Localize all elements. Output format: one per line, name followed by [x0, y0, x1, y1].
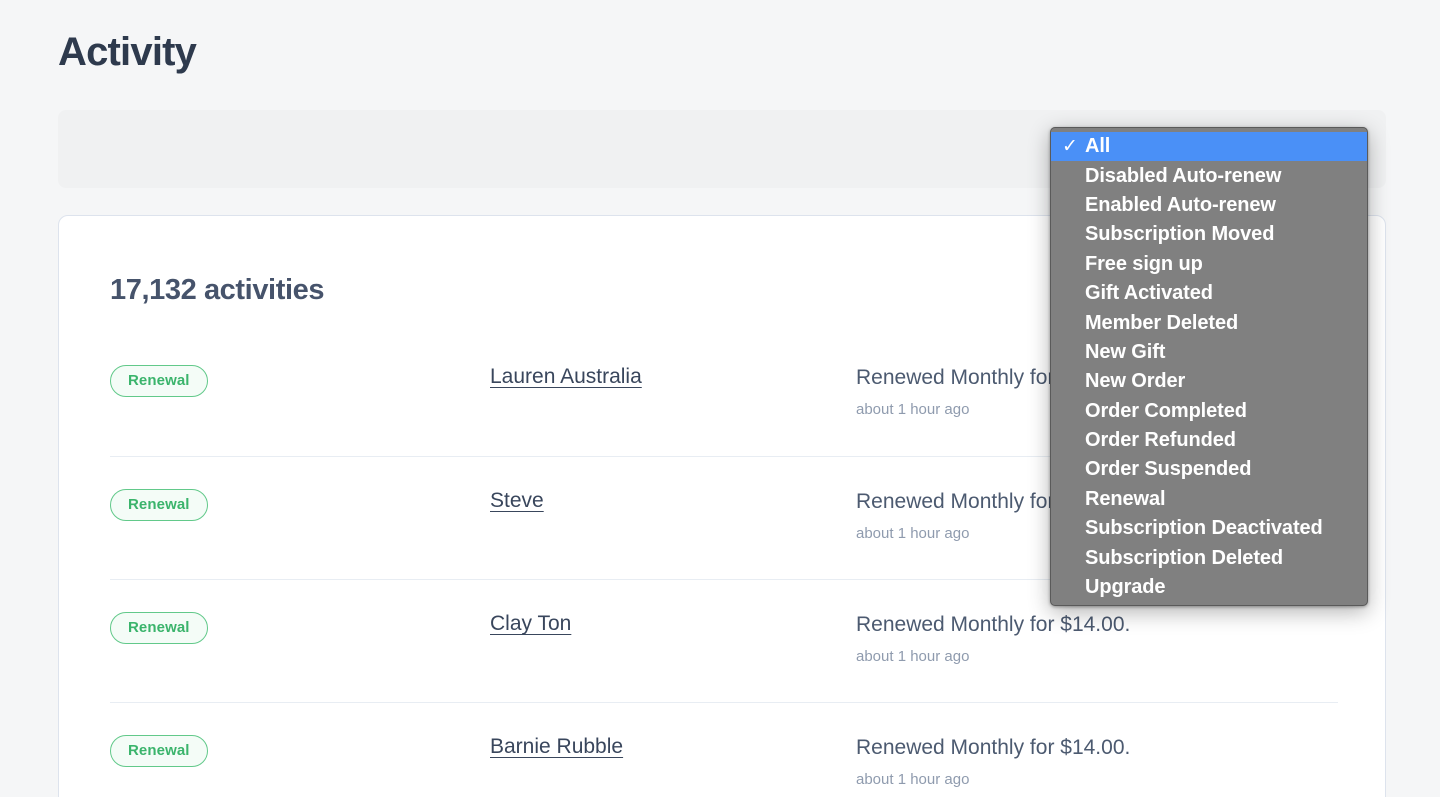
member-cell: Steve: [490, 473, 856, 513]
status-badge: Renewal: [110, 735, 208, 767]
dropdown-item-label: Subscription Deleted: [1085, 546, 1284, 569]
member-cell: Barnie Rubble: [490, 719, 856, 759]
member-cell: Lauren Australia: [490, 349, 856, 389]
member-link[interactable]: Lauren Australia: [490, 365, 642, 388]
dropdown-item-label: Order Suspended: [1085, 458, 1252, 481]
member-link[interactable]: Barnie Rubble: [490, 735, 623, 758]
dropdown-item-label: Free sign up: [1085, 252, 1203, 275]
dropdown-item-new-gift[interactable]: New Gift: [1051, 338, 1367, 367]
activity-timestamp: about 1 hour ago: [856, 648, 970, 666]
dropdown-item-all[interactable]: ✓ All: [1051, 132, 1367, 162]
dropdown-item-label: New Order: [1085, 370, 1186, 393]
member-link[interactable]: Steve: [490, 489, 544, 512]
page-right-gutter: [1386, 0, 1440, 797]
page-title: Activity: [58, 30, 197, 74]
dropdown-item-upgrade[interactable]: Upgrade: [1051, 573, 1367, 602]
dropdown-item-label: Member Deleted: [1085, 311, 1239, 334]
dropdown-item-label: Renewal: [1085, 487, 1166, 510]
status-badge: Renewal: [110, 612, 208, 644]
dropdown-item-gift-activated[interactable]: Gift Activated: [1051, 279, 1367, 308]
status-badge: Renewal: [110, 489, 208, 521]
dropdown-item-label: Subscription Moved: [1085, 223, 1275, 246]
activity-detail-cell: Renewed Monthly for $14.00. about 1 hour…: [856, 596, 1338, 665]
dropdown-item-label: Gift Activated: [1085, 282, 1213, 305]
status-badge: Renewal: [110, 365, 208, 397]
activity-description: Renewed Monthly for $14.00.: [856, 736, 1131, 759]
dropdown-item-enabled-auto-renew[interactable]: Enabled Auto-renew: [1051, 191, 1367, 220]
activity-description: Renewed Monthly for $14.00.: [856, 613, 1131, 636]
check-icon: ✓: [1062, 136, 1078, 158]
dropdown-item-label: Upgrade: [1085, 576, 1166, 599]
dropdown-item-order-refunded[interactable]: Order Refunded: [1051, 426, 1367, 455]
activity-timestamp: about 1 hour ago: [856, 771, 970, 789]
dropdown-item-label: Order Refunded: [1085, 429, 1236, 452]
activities-count-heading: 17,132 activities: [110, 274, 325, 306]
dropdown-item-free-sign-up[interactable]: Free sign up: [1051, 250, 1367, 279]
activity-type-cell: Renewal: [110, 473, 490, 521]
dropdown-item-label: New Gift: [1085, 340, 1166, 363]
activity-detail-cell: Renewed Monthly for $14.00. about 1 hour…: [856, 719, 1338, 788]
activity-type-cell: Renewal: [110, 596, 490, 644]
dropdown-item-member-deleted[interactable]: Member Deleted: [1051, 308, 1367, 337]
member-cell: Clay Ton: [490, 596, 856, 636]
dropdown-item-subscription-moved[interactable]: Subscription Moved: [1051, 220, 1367, 249]
dropdown-item-label: Subscription Deactivated: [1085, 517, 1323, 540]
dropdown-item-label: Enabled Auto-renew: [1085, 193, 1276, 216]
dropdown-item-disabled-auto-renew[interactable]: Disabled Auto-renew: [1051, 161, 1367, 190]
dropdown-item-label: Order Completed: [1085, 399, 1247, 422]
activity-type-dropdown-menu[interactable]: ✓ All Disabled Auto-renew Enabled Auto-rene…: [1050, 127, 1368, 607]
dropdown-item-label: All: [1085, 135, 1111, 158]
activity-type-cell: Renewal: [110, 349, 490, 397]
table-row: Renewal Barnie Rubble Renewed Monthly fo…: [110, 702, 1338, 797]
dropdown-item-order-suspended[interactable]: Order Suspended: [1051, 455, 1367, 484]
dropdown-item-new-order[interactable]: New Order: [1051, 367, 1367, 396]
dropdown-item-renewal[interactable]: Renewal: [1051, 485, 1367, 514]
dropdown-item-subscription-deactivated[interactable]: Subscription Deactivated: [1051, 514, 1367, 543]
dropdown-item-label: Disabled Auto-renew: [1085, 164, 1282, 187]
dropdown-item-subscription-deleted[interactable]: Subscription Deleted: [1051, 543, 1367, 572]
dropdown-item-order-completed[interactable]: Order Completed: [1051, 397, 1367, 426]
member-link[interactable]: Clay Ton: [490, 612, 571, 635]
activity-type-cell: Renewal: [110, 719, 490, 767]
